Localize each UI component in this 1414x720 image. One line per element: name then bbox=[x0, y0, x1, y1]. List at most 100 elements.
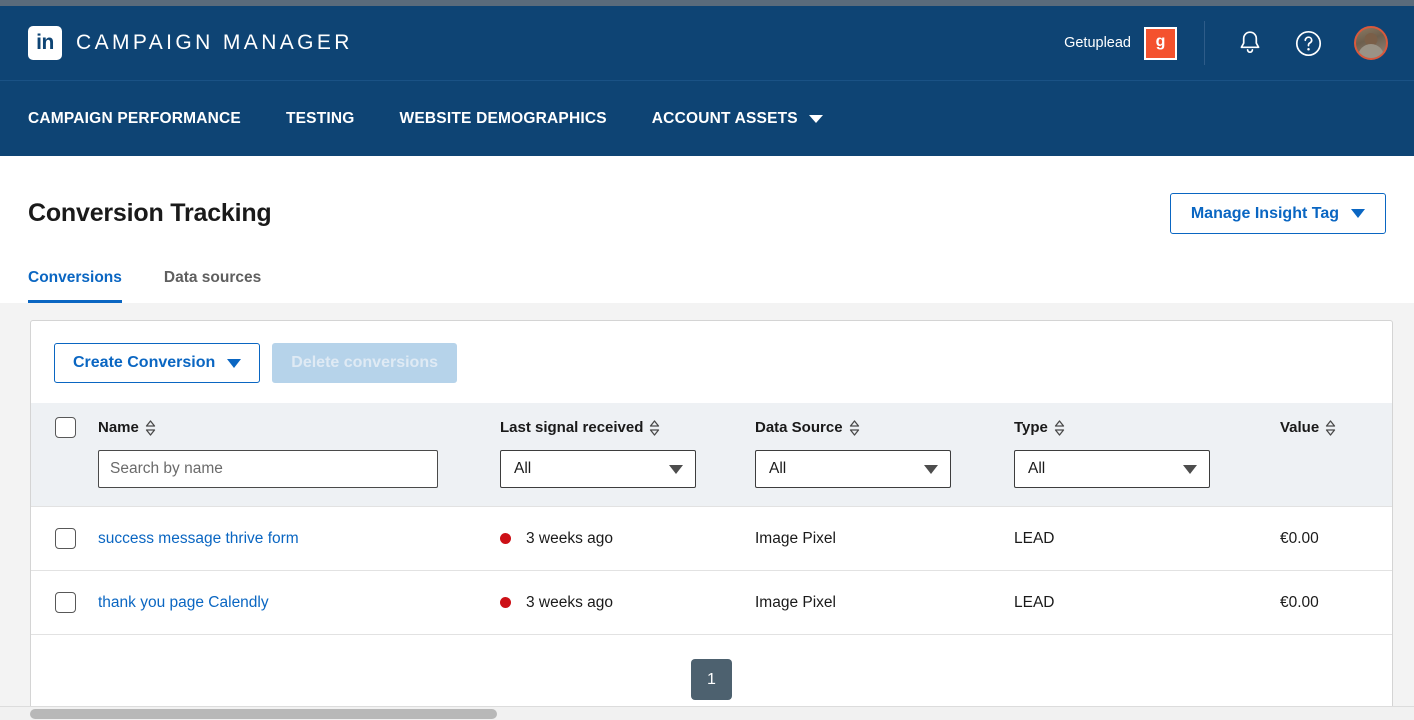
status-dot-icon bbox=[500, 533, 511, 544]
row-select-cell bbox=[31, 570, 98, 634]
select-all-header bbox=[31, 403, 98, 444]
linkedin-logo-icon: in bbox=[28, 26, 62, 60]
sort-icon[interactable] bbox=[849, 419, 860, 436]
row-data-source-cell: Image Pixel bbox=[755, 506, 1014, 571]
sort-icon[interactable] bbox=[1325, 419, 1336, 436]
header-icon-group bbox=[1205, 26, 1388, 60]
row-last-signal-cell: 3 weeks ago bbox=[500, 570, 755, 634]
question-circle-icon[interactable] bbox=[1294, 29, 1322, 57]
type-filter-select[interactable]: All bbox=[1014, 450, 1210, 488]
page-header: Conversion Tracking Manage Insight Tag C… bbox=[0, 156, 1414, 303]
chevron-down-icon bbox=[808, 114, 823, 123]
header-right-cluster: Getuplead g bbox=[1064, 6, 1388, 80]
conversion-name-link[interactable]: success message thrive form bbox=[98, 530, 299, 547]
horizontal-scrollbar[interactable] bbox=[0, 706, 1414, 720]
column-label: Type bbox=[1014, 419, 1048, 436]
row-checkbox[interactable] bbox=[55, 528, 76, 549]
row-data-source-cell: Image Pixel bbox=[755, 570, 1014, 634]
filter-data-source-cell: All bbox=[755, 444, 1014, 507]
column-header-value[interactable]: Value bbox=[1280, 403, 1392, 444]
row-name-cell: success message thrive form bbox=[98, 506, 500, 571]
column-header-name[interactable]: Name bbox=[98, 403, 500, 444]
scrollbar-thumb[interactable] bbox=[30, 709, 497, 719]
row-type-cell: LEAD bbox=[1014, 506, 1280, 571]
filter-name-cell bbox=[98, 444, 500, 507]
tab-conversions[interactable]: Conversions bbox=[28, 269, 122, 303]
column-header-data-source[interactable]: Data Source bbox=[755, 403, 1014, 444]
last-signal-text: 3 weeks ago bbox=[526, 593, 614, 611]
page-title: Conversion Tracking bbox=[28, 199, 272, 228]
column-label: Name bbox=[98, 419, 139, 436]
table-header-row: Name Last signal received Data Source Ty… bbox=[31, 403, 1392, 444]
nav-item-account-assets[interactable]: ACCOUNT ASSETS bbox=[652, 110, 823, 128]
table-row: success message thrive form 3 weeks ago … bbox=[31, 506, 1392, 571]
row-checkbox[interactable] bbox=[55, 592, 76, 613]
nav-label: TESTING bbox=[285, 109, 355, 127]
select-value: All bbox=[769, 460, 787, 477]
select-all-checkbox[interactable] bbox=[55, 417, 76, 438]
sort-icon[interactable] bbox=[145, 419, 156, 436]
chevron-down-icon bbox=[227, 358, 242, 368]
nav-label: WEBSITE DEMOGRAPHICS bbox=[399, 109, 607, 127]
account-badge-icon: g bbox=[1144, 26, 1177, 60]
table-row: thank you page Calendly 3 weeks ago Imag… bbox=[31, 570, 1392, 634]
row-select-cell bbox=[31, 506, 98, 571]
column-label: Value bbox=[1280, 419, 1320, 436]
account-name: Getuplead bbox=[1064, 35, 1131, 51]
conversion-name-link[interactable]: thank you page Calendly bbox=[98, 594, 269, 611]
create-conversion-button[interactable]: Create Conversion bbox=[54, 343, 261, 383]
filter-type-cell: All bbox=[1014, 444, 1280, 507]
row-value-cell: €0.00 bbox=[1280, 506, 1392, 571]
last-signal-filter-select[interactable]: All bbox=[500, 450, 696, 488]
sort-icon[interactable] bbox=[649, 419, 660, 436]
table-filter-row: All All All bbox=[31, 444, 1392, 507]
page-title-row: Conversion Tracking Manage Insight Tag bbox=[28, 156, 1386, 235]
nav-label: ACCOUNT ASSETS bbox=[651, 109, 798, 127]
column-label: Data Source bbox=[755, 419, 843, 436]
page-button-1[interactable]: 1 bbox=[691, 659, 732, 700]
conversions-table: Name Last signal received Data Source Ty… bbox=[31, 403, 1392, 634]
user-avatar[interactable] bbox=[1354, 26, 1388, 60]
column-label: Last signal received bbox=[500, 419, 644, 436]
tab-label: Conversions bbox=[28, 269, 122, 286]
delete-conversions-button: Delete conversions bbox=[272, 343, 457, 383]
page-body: Create Conversion Delete conversions Nam… bbox=[0, 303, 1414, 712]
nav-item-testing[interactable]: TESTING bbox=[286, 110, 355, 128]
nav-item-campaign-performance[interactable]: CAMPAIGN PERFORMANCE bbox=[28, 110, 241, 128]
data-source-filter-select[interactable]: All bbox=[755, 450, 951, 488]
global-header: in CAMPAIGN MANAGER Getuplead g bbox=[0, 6, 1414, 80]
chevron-down-icon bbox=[1351, 209, 1365, 219]
row-name-cell: thank you page Calendly bbox=[98, 570, 500, 634]
status-dot-icon bbox=[500, 597, 511, 608]
brand-logo[interactable]: in CAMPAIGN MANAGER bbox=[28, 26, 353, 60]
nav-item-website-demographics[interactable]: WEBSITE DEMOGRAPHICS bbox=[400, 110, 607, 128]
account-switcher[interactable]: Getuplead g bbox=[1064, 21, 1205, 65]
primary-nav: CAMPAIGN PERFORMANCE TESTING WEBSITE DEM… bbox=[0, 80, 1414, 156]
row-type-cell: LEAD bbox=[1014, 570, 1280, 634]
page-tabs: Conversions Data sources bbox=[28, 269, 303, 303]
column-header-last-signal[interactable]: Last signal received bbox=[500, 403, 755, 444]
row-last-signal-cell: 3 weeks ago bbox=[500, 506, 755, 571]
chevron-down-icon bbox=[1183, 464, 1197, 474]
select-value: All bbox=[1028, 460, 1046, 477]
filter-value-cell bbox=[1280, 444, 1392, 507]
filter-last-signal-cell: All bbox=[500, 444, 755, 507]
search-input[interactable] bbox=[98, 450, 438, 488]
brand-title: CAMPAIGN MANAGER bbox=[76, 31, 353, 54]
last-signal-text: 3 weeks ago bbox=[526, 529, 614, 547]
sort-icon[interactable] bbox=[1054, 419, 1065, 436]
column-header-type[interactable]: Type bbox=[1014, 403, 1280, 444]
tab-label: Data sources bbox=[163, 269, 262, 286]
chevron-down-icon bbox=[669, 464, 683, 474]
select-value: All bbox=[514, 460, 532, 477]
pagination: 1 bbox=[31, 634, 1392, 700]
bell-icon[interactable] bbox=[1236, 29, 1264, 57]
manage-insight-tag-button[interactable]: Manage Insight Tag bbox=[1169, 193, 1386, 235]
manage-insight-tag-label: Manage Insight Tag bbox=[1190, 205, 1339, 222]
tab-data-sources[interactable]: Data sources bbox=[164, 269, 261, 303]
filter-spacer bbox=[31, 444, 98, 507]
chevron-down-icon bbox=[924, 464, 938, 474]
table-body: success message thrive form 3 weeks ago … bbox=[31, 506, 1392, 634]
row-value-cell: €0.00 bbox=[1280, 570, 1392, 634]
nav-label: CAMPAIGN PERFORMANCE bbox=[28, 109, 241, 127]
